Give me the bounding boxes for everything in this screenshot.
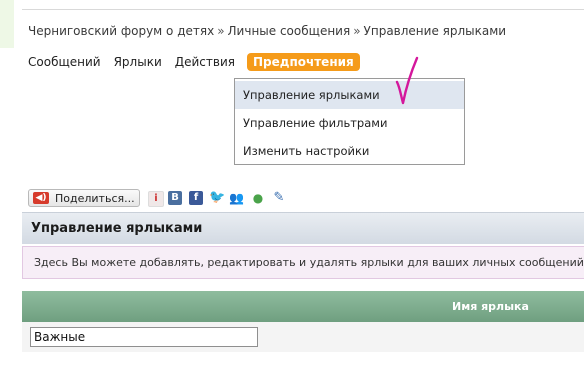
breadcrumb-separator: »: [217, 24, 225, 38]
dropdown-item-manage-labels[interactable]: Управление ярлыками: [235, 81, 464, 109]
share-icon: ◀): [33, 192, 49, 204]
label-name-input[interactable]: [30, 327, 258, 347]
table-row: [22, 322, 584, 352]
info-message: Здесь Вы можете добавлять, редактировать…: [22, 246, 584, 279]
people-icon[interactable]: 👥: [229, 191, 244, 205]
share-button[interactable]: ◀) Поделиться...: [28, 189, 140, 207]
top-divider: [22, 9, 584, 10]
facebook-icon[interactable]: f: [189, 191, 203, 205]
column-label-name: Имя ярлыка: [452, 300, 529, 313]
share-label: Поделиться...: [55, 191, 135, 205]
preferences-dropdown: Управление ярлыками Управление фильтрами…: [234, 78, 465, 165]
left-edge-strip: [0, 0, 14, 48]
pencil-icon[interactable]: ✎: [272, 191, 286, 205]
checkmark-annotation: [395, 56, 419, 105]
menu-item-preferences[interactable]: Предпочтения: [246, 53, 360, 71]
twitter-icon[interactable]: 🐦: [209, 191, 225, 205]
vk-icon[interactable]: B: [168, 191, 182, 205]
section-title: Управление ярлыками: [22, 212, 584, 244]
breadcrumb-pm-link[interactable]: Личные сообщения: [228, 24, 351, 38]
friends-icon[interactable]: ●: [251, 191, 265, 205]
breadcrumb-forum-link[interactable]: Черниговский форум о детях: [28, 24, 214, 38]
labels-table-header: Имя ярлыка: [22, 291, 584, 322]
breadcrumb-separator: »: [353, 24, 361, 38]
menu-item-actions[interactable]: Действия: [175, 55, 235, 69]
info-icon[interactable]: i: [148, 191, 164, 207]
dropdown-item-change-settings[interactable]: Изменить настройки: [235, 137, 464, 165]
pm-menu: Сообщений Ярлыки Действия Предпочтения: [28, 52, 373, 72]
menu-item-labels[interactable]: Ярлыки: [114, 55, 162, 69]
breadcrumb-current: Управление ярлыками: [363, 24, 507, 38]
dropdown-item-manage-filters[interactable]: Управление фильтрами: [235, 109, 464, 137]
menu-item-messages[interactable]: Сообщений: [28, 55, 101, 69]
breadcrumb: Черниговский форум о детях» Личные сообще…: [28, 24, 506, 38]
